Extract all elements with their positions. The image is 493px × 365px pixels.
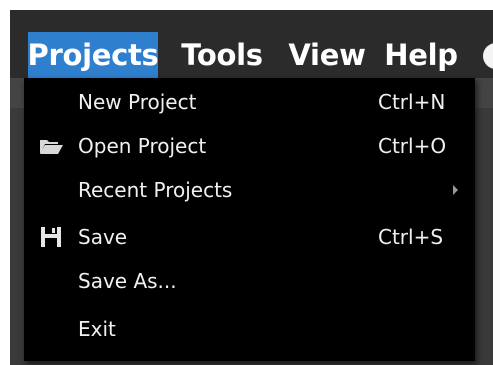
menu-item-open-project[interactable]: Open Project Ctrl+O bbox=[24, 124, 475, 168]
floppy-disk-icon bbox=[38, 224, 64, 250]
application-window: Projects Tools View Help New Project Ctr… bbox=[10, 10, 493, 365]
projects-dropdown-menu: New Project Ctrl+N Open Project Ctrl+O R… bbox=[24, 78, 475, 361]
menu-item-shortcut: Ctrl+S bbox=[378, 225, 444, 249]
menu-item-label: Recent Projects bbox=[78, 178, 233, 202]
menu-item-label: Open Project bbox=[78, 134, 207, 158]
menu-help[interactable]: Help bbox=[384, 32, 458, 78]
menu-projects[interactable]: Projects bbox=[28, 32, 159, 78]
menu-item-label: Save bbox=[78, 225, 128, 249]
menu-item-label: New Project bbox=[78, 90, 197, 114]
menu-item-shortcut: Ctrl+N bbox=[378, 90, 446, 114]
menu-view[interactable]: View bbox=[284, 32, 370, 78]
menu-bar: Projects Tools View Help bbox=[10, 10, 493, 78]
menu-item-new-project[interactable]: New Project Ctrl+N bbox=[24, 80, 475, 124]
menu-item-shortcut: Ctrl+O bbox=[378, 134, 447, 158]
menu-item-label: Exit bbox=[78, 317, 116, 341]
submenu-arrow-icon bbox=[453, 185, 458, 195]
menu-item-label: Save As... bbox=[78, 269, 177, 293]
menu-tools[interactable]: Tools bbox=[176, 32, 268, 78]
circle-button[interactable] bbox=[483, 43, 493, 69]
menu-item-save-as[interactable]: Save As... bbox=[24, 259, 475, 303]
menu-item-recent-projects[interactable]: Recent Projects bbox=[24, 168, 475, 212]
menu-item-exit[interactable]: Exit bbox=[24, 307, 475, 351]
menu-item-save[interactable]: Save Ctrl+S bbox=[24, 215, 475, 259]
folder-open-icon bbox=[38, 133, 64, 159]
